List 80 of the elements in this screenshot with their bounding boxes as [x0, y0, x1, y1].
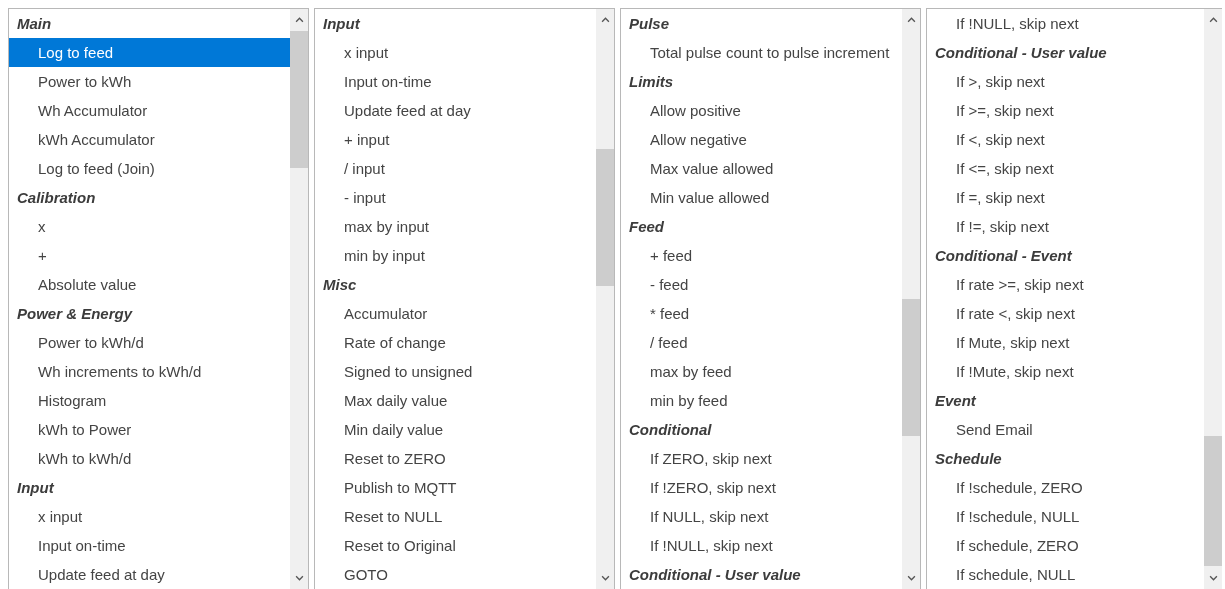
list-item[interactable]: If schedule, NULL	[927, 560, 1204, 589]
list-item[interactable]: If Mute, skip next	[927, 328, 1204, 357]
list-item[interactable]: + input	[315, 125, 596, 154]
list-item[interactable]: x input	[315, 38, 596, 67]
group-header: Conditional - User value	[934, 43, 1108, 63]
list-item[interactable]: max by input	[315, 212, 596, 241]
list-item[interactable]: Reset to Original	[315, 531, 596, 560]
list-item[interactable]: Publish to MQTT	[315, 473, 596, 502]
list-item[interactable]: Send Email	[927, 415, 1204, 444]
list-item[interactable]: Rate of change	[315, 328, 596, 357]
list-item[interactable]: If !schedule, ZERO	[927, 473, 1204, 502]
list-item[interactable]: / feed	[621, 328, 902, 357]
list-item[interactable]: If ZERO, skip next	[621, 444, 902, 473]
list-item[interactable]: If !=, skip next	[927, 212, 1204, 241]
list-item[interactable]: +	[9, 241, 290, 270]
group-header: Feed	[628, 217, 665, 237]
list-item[interactable]: Input on-time	[9, 531, 290, 560]
group-header: Schedule	[934, 449, 1003, 469]
list-item[interactable]: GOTO	[315, 560, 596, 589]
list-item[interactable]: kWh to Power	[9, 415, 290, 444]
list-item[interactable]: If schedule, ZERO	[927, 531, 1204, 560]
group-header: Power & Energy	[16, 304, 134, 324]
group-header: Main	[16, 14, 53, 34]
list-item[interactable]: * feed	[621, 299, 902, 328]
list-item[interactable]: If <, skip next	[927, 125, 1204, 154]
list-item[interactable]: Total pulse count to pulse increment	[621, 38, 902, 67]
list-item[interactable]: Log to feed (Join)	[9, 154, 290, 183]
list-item[interactable]: If rate <, skip next	[927, 299, 1204, 328]
list-item[interactable]: Signed to unsigned	[315, 357, 596, 386]
list-item[interactable]: max by feed	[621, 357, 902, 386]
list-item[interactable]: min by input	[315, 241, 596, 270]
group-header: Conditional	[628, 420, 713, 440]
list-item[interactable]: / input	[315, 154, 596, 183]
list-item[interactable]: x	[9, 212, 290, 241]
list-item[interactable]: kWh to kWh/d	[9, 444, 290, 473]
list-item[interactable]: Update feed at day	[315, 96, 596, 125]
list-item[interactable]: Accumulator	[315, 299, 596, 328]
list-item[interactable]: If =, skip next	[927, 183, 1204, 212]
list-item[interactable]: Wh Accumulator	[9, 96, 290, 125]
list-item[interactable]: Wh increments to kWh/d	[9, 357, 290, 386]
list-item[interactable]: If !schedule, NULL	[927, 502, 1204, 531]
list-item[interactable]: - input	[315, 183, 596, 212]
list-item[interactable]: Power to kWh	[9, 67, 290, 96]
group-header: Calibration	[16, 188, 97, 208]
list-item[interactable]: x input	[9, 502, 290, 531]
group-header: Input	[322, 14, 362, 34]
group-header: Conditional - Event	[934, 246, 1074, 266]
list-item[interactable]: Log to feed	[9, 38, 290, 67]
list-item[interactable]: Min value allowed	[621, 183, 902, 212]
list-item[interactable]: If NULL, skip next	[621, 502, 902, 531]
list-item[interactable]: If !ZERO, skip next	[621, 473, 902, 502]
group-header: Pulse	[628, 14, 671, 34]
list-item[interactable]: Input on-time	[315, 67, 596, 96]
list-item[interactable]: Absolute value	[9, 270, 290, 299]
list-item[interactable]: Max daily value	[315, 386, 596, 415]
list-item[interactable]: Reset to NULL	[315, 502, 596, 531]
list-item[interactable]: Min daily value	[315, 415, 596, 444]
list-item[interactable]: Max value allowed	[621, 154, 902, 183]
list-item[interactable]: + feed	[621, 241, 902, 270]
list-item[interactable]: Allow negative	[621, 125, 902, 154]
group-header: Event	[934, 391, 978, 411]
list-item[interactable]: Update feed at day	[9, 560, 290, 589]
list-item[interactable]: kWh Accumulator	[9, 125, 290, 154]
group-header: Limits	[628, 72, 675, 92]
group-header: Misc	[322, 275, 358, 295]
list-item[interactable]: If <=, skip next	[927, 154, 1204, 183]
list-item[interactable]: If rate >=, skip next	[927, 270, 1204, 299]
list-item[interactable]: Reset to ZERO	[315, 444, 596, 473]
group-header: Conditional - User value	[628, 565, 802, 585]
list-item[interactable]: If !NULL, skip next	[927, 9, 1204, 38]
list-item[interactable]: Allow positive	[621, 96, 902, 125]
list-item[interactable]: min by feed	[621, 386, 902, 415]
list-item[interactable]: If !Mute, skip next	[927, 357, 1204, 386]
list-item[interactable]: If >, skip next	[927, 67, 1204, 96]
list-item[interactable]: - feed	[621, 270, 902, 299]
group-header: Input	[16, 478, 56, 498]
list-item[interactable]: If >=, skip next	[927, 96, 1204, 125]
list-item[interactable]: Power to kWh/d	[9, 328, 290, 357]
list-item[interactable]: Histogram	[9, 386, 290, 415]
list-item[interactable]: If !NULL, skip next	[621, 531, 902, 560]
